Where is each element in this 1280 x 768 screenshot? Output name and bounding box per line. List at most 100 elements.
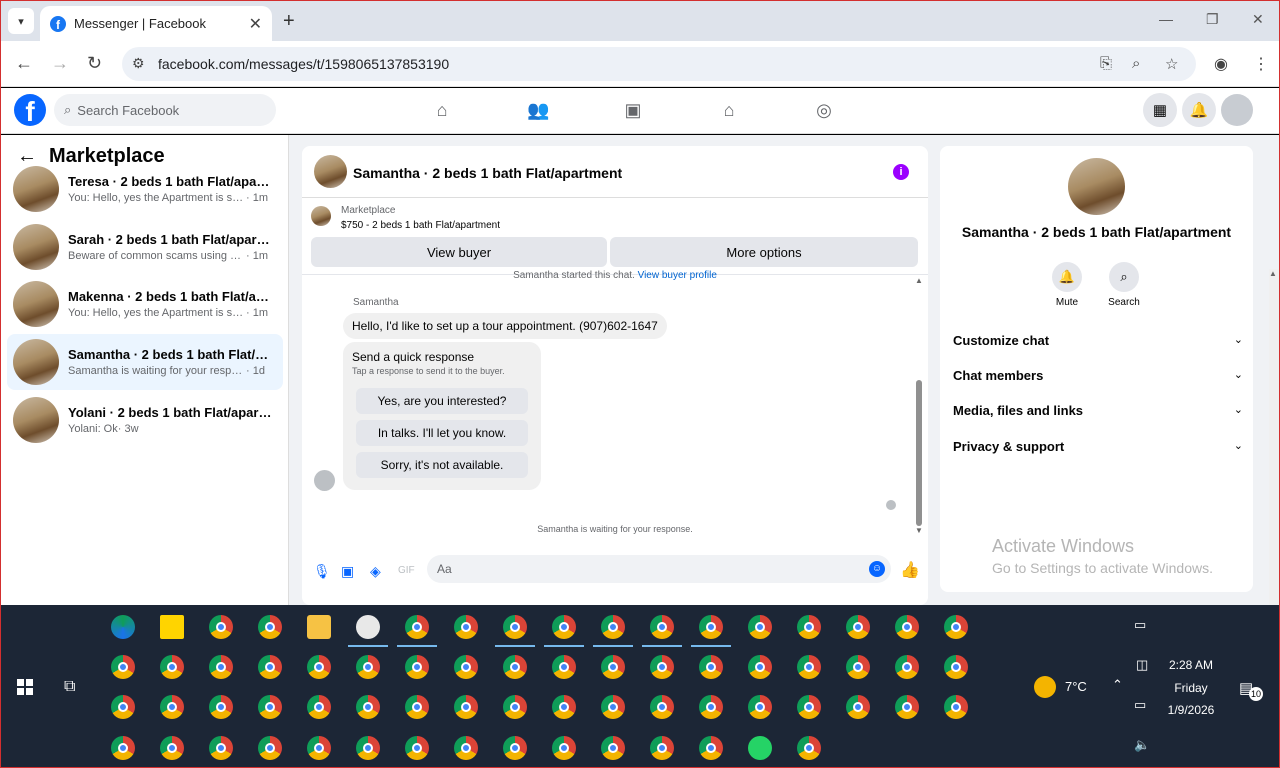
chrome-icon[interactable] [846,695,870,719]
chrome-icon[interactable] [454,736,478,760]
menu-kebab-icon[interactable]: ⋮ [1253,54,1269,74]
address-bar[interactable]: ⚙ facebook.com/messages/t/15980651378531… [122,47,1196,81]
conversation-item[interactable]: Samantha · 2 beds 1 bath Flat/apar... Sam… [7,334,283,390]
conversation-item[interactable]: Makenna · 2 beds 1 bath Flat/apart... You… [7,276,283,332]
chrome-icon[interactable] [650,695,674,719]
chrome-icon[interactable] [699,695,723,719]
message-input[interactable]: Aa [427,555,891,583]
chrome-icon[interactable] [895,655,919,679]
clock-time[interactable]: 2:28 AM [1161,658,1221,672]
edge-icon[interactable] [111,615,135,639]
chrome-icon[interactable] [307,736,331,760]
chrome-icon[interactable] [160,655,184,679]
chrome-icon[interactable] [944,695,968,719]
chrome-icon[interactable] [699,615,723,639]
chrome-icon[interactable] [895,615,919,639]
chat-avatar[interactable] [314,155,347,188]
groups-icon[interactable]: ◎ [813,100,835,122]
chrome-icon[interactable] [552,615,576,639]
chrome-icon[interactable] [552,655,576,679]
chrome-icon[interactable] [699,736,723,760]
chrome-icon[interactable] [748,695,772,719]
back-button[interactable]: ← [15,53,33,73]
task-view-icon[interactable]: ⧉ [64,678,75,696]
chrome-icon[interactable] [454,655,478,679]
media-files-row[interactable]: Media, files and links ⌄ [953,403,1243,418]
chat-title[interactable]: Samantha · 2 beds 1 bath Flat/apartment [353,165,622,181]
chrome-icon[interactable] [160,736,184,760]
clock-day[interactable]: Friday [1161,681,1221,695]
home-icon[interactable]: ⌂ [431,100,453,122]
chrome-icon[interactable] [160,695,184,719]
chrome-icon[interactable] [111,695,135,719]
chrome-icon[interactable] [895,695,919,719]
chrome-icon[interactable] [601,736,625,760]
chrome-icon[interactable] [503,695,527,719]
quick-reply-not-available[interactable]: Sorry, it's not available. [356,452,528,478]
temperature[interactable]: 7°C [1065,679,1087,694]
chrome-icon[interactable] [797,736,821,760]
chrome-icon[interactable] [748,615,772,639]
close-window-button[interactable]: ✕ [1252,11,1264,28]
file-explorer-icon[interactable] [307,615,331,639]
chrome-icon[interactable] [552,736,576,760]
chrome-icon[interactable] [111,655,135,679]
chrome-icon[interactable] [846,615,870,639]
scroll-up-arrow-icon[interactable]: ▲ [915,276,923,285]
chrome-icon[interactable] [405,655,429,679]
zoom-icon[interactable]: ⌕ [1132,55,1140,72]
tab-close-icon[interactable]: ✕ [249,14,262,34]
restore-button[interactable]: ❐ [1206,11,1219,28]
meet-now-icon[interactable]: ◫ [1136,657,1148,673]
page-scroll-up-icon[interactable]: ▲ [1269,269,1277,278]
chrome-icon[interactable] [258,695,282,719]
bookmark-star-icon[interactable]: ☆ [1165,55,1178,73]
chrome-icon[interactable] [356,736,380,760]
chrome-icon[interactable] [454,615,478,639]
listing-thumbnail[interactable] [311,206,331,226]
marketplace-icon[interactable]: ⌂ [718,100,740,122]
install-app-icon[interactable]: ⎘ [1100,55,1112,72]
paint-icon[interactable] [356,615,380,639]
chrome-icon[interactable] [503,736,527,760]
chrome-icon[interactable] [601,655,625,679]
conversation-item[interactable]: Yolani · 2 beds 1 bath Flat/apartme... Yo… [7,392,283,448]
minimize-button[interactable]: — [1159,11,1173,27]
more-options-button[interactable]: More options [610,237,918,267]
clock-date[interactable]: 1/9/2026 [1161,703,1221,717]
contact-avatar[interactable] [1068,158,1125,215]
chrome-icon[interactable] [209,695,233,719]
url-text[interactable]: facebook.com/messages/t/1598065137853190 [158,56,449,72]
chrome-icon[interactable] [258,615,282,639]
chrome-icon[interactable] [307,655,331,679]
chrome-icon[interactable] [356,655,380,679]
conversation-item[interactable]: Teresa · 2 beds 1 bath Flat/apartm... You… [7,161,283,217]
chrome-icon[interactable] [944,615,968,639]
friends-icon[interactable]: 👥 [527,100,549,122]
scrollbar-thumb[interactable] [916,380,922,526]
chrome-icon[interactable] [209,736,233,760]
privacy-support-row[interactable]: Privacy & support ⌄ [953,439,1243,454]
view-buyer-button[interactable]: View buyer [311,237,607,267]
thumbs-up-icon[interactable]: 👍 [900,560,920,580]
chrome-icon[interactable] [209,655,233,679]
video-icon[interactable]: ▣ [622,100,644,122]
chrome-icon[interactable] [111,736,135,760]
notifications-bell-icon[interactable]: 🔔 [1182,93,1216,127]
site-info-icon[interactable]: ⚙ [132,55,145,72]
chrome-icon[interactable] [699,655,723,679]
facebook-logo-icon[interactable]: f [14,94,46,126]
volume-icon[interactable]: 🔈 [1134,737,1150,753]
chrome-icon[interactable] [258,736,282,760]
chat-members-row[interactable]: Chat members ⌄ [953,368,1243,383]
chrome-icon[interactable] [405,736,429,760]
chrome-icon[interactable] [405,615,429,639]
quick-reply-in-talks[interactable]: In talks. I'll let you know. [356,420,528,446]
new-tab-button[interactable]: + [283,10,295,33]
scroll-down-arrow-icon[interactable]: ▼ [915,526,923,535]
menu-grid-icon[interactable]: ▦ [1143,93,1177,127]
customize-chat-row[interactable]: Customize chat ⌄ [953,333,1243,348]
search-chat-button[interactable]: ⌕ Search [1094,262,1154,308]
browser-tab-active[interactable]: f Messenger | Facebook ✕ [40,6,272,41]
info-icon[interactable]: i [893,164,909,180]
